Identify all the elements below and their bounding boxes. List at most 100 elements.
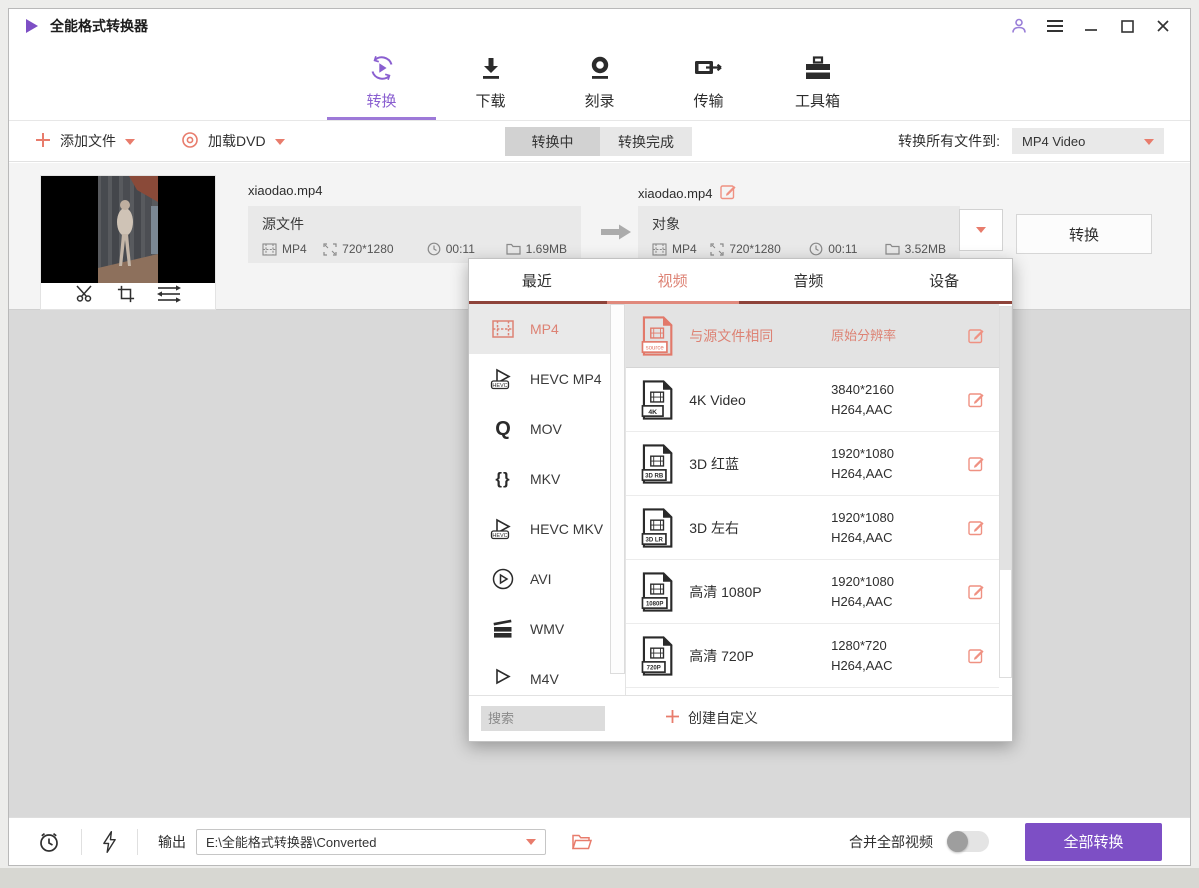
app-logo-icon [23, 17, 41, 35]
preset-row-hd-720p[interactable]: 720P 高清 720P 1280*720H264,AAC [626, 624, 999, 688]
tab-transfer[interactable]: 传输 [654, 43, 763, 120]
output-path-value: E:\全能格式转换器\Converted [206, 832, 377, 851]
disc-icon [181, 131, 199, 152]
format-label: MKV [530, 471, 560, 487]
format-item-mp4[interactable]: MP4 [469, 304, 625, 354]
chevron-down-icon [1144, 139, 1154, 150]
preset-row-same-as-source[interactable]: source 与源文件相同 原始分辨率 [626, 304, 999, 368]
tab-recent[interactable]: 最近 [469, 259, 605, 301]
bottom-bar: 输出 E:\全能格式转换器\Converted 合并全部视频 全部转换 [9, 817, 1190, 865]
tab-download[interactable]: 下载 [436, 43, 545, 120]
format-list-scrollbar[interactable] [610, 304, 625, 674]
chevron-down-icon [275, 139, 285, 150]
edit-preset-icon[interactable] [968, 583, 985, 600]
hevc-play-icon: HEVC [489, 368, 517, 390]
crop-icon[interactable] [117, 285, 135, 308]
load-dvd-button[interactable]: 加载DVD [181, 131, 285, 152]
tab-toolbox-label: 工具箱 [795, 90, 840, 111]
tab-finished[interactable]: 转换完成 [600, 127, 692, 156]
target-info-box: 对象 MP4 720*1280 00:11 [638, 206, 960, 263]
preset-row-3d-rb[interactable]: 3D RB 3D 红蓝 1920*1080H264,AAC [626, 432, 999, 496]
svg-text:HEVC: HEVC [492, 533, 507, 539]
maximize-button[interactable] [1114, 14, 1140, 38]
schedule-icon[interactable] [37, 830, 61, 854]
format-item-hevc-mp4[interactable]: HEVC HEVC MP4 [469, 354, 625, 404]
svg-text:720P: 720P [647, 665, 661, 671]
edit-preset-icon[interactable] [968, 391, 985, 408]
merge-videos-toggle[interactable] [947, 831, 989, 852]
video-thumbnail-card [41, 176, 215, 309]
format-item-mov[interactable]: Q MOV [469, 404, 625, 454]
format-item-m4v[interactable]: M4V [469, 654, 625, 695]
close-button[interactable] [1150, 14, 1176, 38]
trim-icon[interactable] [75, 285, 95, 307]
format-item-wmv[interactable]: WMV [469, 604, 625, 654]
format-item-avi[interactable]: AVI [469, 554, 625, 604]
target-filename: xiaodao.mp4 [638, 183, 737, 203]
tab-device[interactable]: 设备 [876, 259, 1012, 301]
preset-row-hd-1080p[interactable]: 1080P 高清 1080P 1920*1080H264,AAC [626, 560, 999, 624]
convert-icon [367, 52, 397, 83]
preset-list-scrollbar[interactable] [999, 306, 1012, 678]
clock-icon [427, 242, 441, 256]
open-folder-icon[interactable] [572, 834, 592, 850]
tab-video[interactable]: 视频 [605, 259, 741, 301]
source-resolution: 720*1280 [323, 242, 427, 256]
global-format-value: MP4 Video [1022, 134, 1085, 149]
preset-name: 3D 左右 [689, 518, 831, 538]
minimize-button[interactable] [1078, 14, 1104, 38]
edit-preset-icon[interactable] [968, 455, 985, 472]
toggle-knob [947, 831, 968, 852]
svg-text:HEVC: HEVC [492, 383, 507, 389]
create-custom-label: 创建自定义 [688, 708, 758, 728]
film-strip-icon [489, 320, 517, 338]
svg-text:3D LR: 3D LR [645, 537, 663, 543]
target-duration: 00:11 [809, 242, 884, 256]
effects-icon[interactable] [157, 285, 181, 308]
format-item-hevc-mkv[interactable]: HEVC HEVC MKV [469, 504, 625, 554]
chevron-down-icon [976, 227, 986, 238]
tab-burn[interactable]: 刻录 [545, 43, 654, 120]
global-format-select[interactable]: MP4 Video [1012, 128, 1164, 154]
status-tabs: 转换中 转换完成 [505, 127, 692, 156]
format-label: AVI [530, 571, 552, 587]
format-item-mkv[interactable]: {} MKV [469, 454, 625, 504]
search-input[interactable] [481, 706, 605, 731]
format-label: HEVC MKV [530, 521, 603, 537]
convert-all-button[interactable]: 全部转换 [1025, 823, 1162, 861]
play-outline-icon [489, 668, 517, 690]
hevc-play-icon: HEVC [489, 518, 517, 540]
account-icon[interactable] [1006, 14, 1032, 38]
output-path-select[interactable]: E:\全能格式转换器\Converted [196, 829, 546, 855]
tab-audio[interactable]: 音频 [741, 259, 877, 301]
edit-preset-icon[interactable] [968, 519, 985, 536]
tab-converting[interactable]: 转换中 [505, 127, 600, 156]
video-thumbnail[interactable] [41, 176, 215, 283]
load-dvd-label: 加载DVD [208, 131, 266, 151]
main-nav: 转换 下载 刻录 传输 工具箱 [9, 43, 1190, 121]
tab-toolbox[interactable]: 工具箱 [763, 43, 872, 120]
target-format-dropdown-button[interactable] [959, 209, 1003, 251]
scrollbar-thumb[interactable] [1000, 307, 1011, 570]
edit-preset-icon[interactable] [968, 647, 985, 664]
preset-source-icon: source [641, 314, 674, 358]
menu-icon[interactable] [1042, 14, 1068, 38]
tab-download-label: 下载 [475, 90, 505, 111]
clock-icon [809, 242, 823, 256]
rename-icon[interactable] [720, 183, 737, 203]
create-custom-button[interactable]: 创建自定义 [665, 708, 758, 728]
preset-specs: 1920*1080H264,AAC [831, 572, 968, 612]
format-label: MP4 [530, 321, 559, 337]
high-speed-icon[interactable] [102, 830, 117, 854]
edit-preset-icon[interactable] [968, 327, 985, 344]
tab-convert[interactable]: 转换 [327, 43, 436, 120]
plus-icon [35, 132, 51, 151]
preset-row-4k[interactable]: 4K 4K Video 3840*2160H264,AAC [626, 368, 999, 432]
add-files-button[interactable]: 添加文件 [35, 131, 135, 151]
source-duration: 00:11 [427, 242, 506, 256]
preset-name: 高清 1080P [689, 582, 831, 602]
preset-row-3d-lr[interactable]: 3D LR 3D 左右 1920*1080H264,AAC [626, 496, 999, 560]
preset-specs: 原始分辨率 [831, 326, 968, 346]
svg-text:1080P: 1080P [646, 601, 664, 607]
convert-button[interactable]: 转换 [1016, 214, 1152, 254]
